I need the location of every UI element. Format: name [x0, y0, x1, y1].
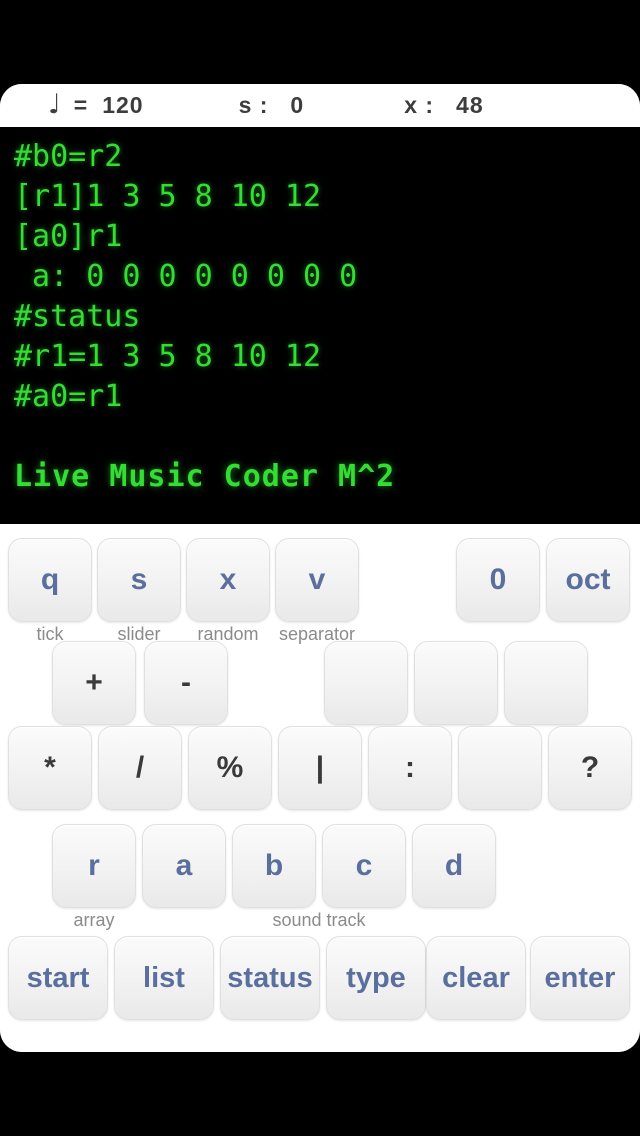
key-slash[interactable]: /	[98, 726, 182, 810]
key-list[interactable]: list	[114, 936, 214, 1020]
key-blank-4[interactable]	[458, 726, 542, 810]
terminal-line: #b0=r2	[14, 139, 123, 174]
key-blank-3[interactable]	[504, 641, 588, 725]
key-b[interactable]: b	[232, 824, 316, 908]
terminal-line: #r1=1 3 5 8 10 12	[14, 339, 322, 374]
x-display[interactable]: x : 48	[404, 92, 483, 119]
key-v[interactable]: v	[275, 538, 359, 622]
key-s[interactable]: s	[97, 538, 181, 622]
key-pipe[interactable]: |	[278, 726, 362, 810]
key-start[interactable]: start	[8, 936, 108, 1020]
slider-label: s :	[238, 92, 269, 118]
device-frame: ♩ = 120 s : 0 x : 48 #b0=r2 [r1]1 3 5 8 …	[0, 0, 640, 1136]
terminal-line: a: 0 0 0 0 0 0 0 0	[14, 259, 358, 294]
key-percent[interactable]: %	[188, 726, 272, 810]
key-status[interactable]: status	[220, 936, 320, 1020]
app-title: Live Music Coder M^2	[14, 459, 396, 494]
key-minus[interactable]: -	[144, 641, 228, 725]
keyboard-row-4: r array a b sound track c d	[0, 824, 640, 930]
x-value: 48	[456, 92, 484, 118]
x-label: x :	[404, 92, 435, 118]
keyboard-row-3: * / % | : ?	[0, 726, 640, 816]
key-d[interactable]: d	[412, 824, 496, 908]
key-enter[interactable]: enter	[530, 936, 630, 1020]
keyboard-row-1: q tick s slider x random v separator 0 o…	[0, 538, 640, 644]
key-colon[interactable]: :	[368, 726, 452, 810]
key-blank-2[interactable]	[414, 641, 498, 725]
keyboard-row-5: start list status type clear enter	[0, 936, 640, 1026]
terminal-line: #a0=r1	[14, 379, 123, 414]
key-r[interactable]: r	[52, 824, 136, 908]
slider-display[interactable]: s : 0	[239, 92, 305, 119]
slider-value: 0	[290, 92, 305, 118]
terminal-output[interactable]: #b0=r2 [r1]1 3 5 8 10 12 [a0]r1 a: 0 0 0…	[0, 127, 640, 524]
status-bar: ♩ = 120 s : 0 x : 48	[0, 84, 640, 127]
key-0[interactable]: 0	[456, 538, 540, 622]
key-a[interactable]: a	[142, 824, 226, 908]
key-blank-1[interactable]	[324, 641, 408, 725]
key-type[interactable]: type	[326, 936, 426, 1020]
app-panel: ♩ = 120 s : 0 x : 48 #b0=r2 [r1]1 3 5 8 …	[0, 84, 640, 1052]
tempo-value: 120	[102, 92, 144, 118]
key-oct[interactable]: oct	[546, 538, 630, 622]
terminal-line: [a0]r1	[14, 219, 123, 254]
key-clear[interactable]: clear	[426, 936, 526, 1020]
key-c[interactable]: c	[322, 824, 406, 908]
quarter-note-icon: ♩	[48, 89, 62, 120]
keyboard: q tick s slider x random v separator 0 o…	[0, 524, 640, 1052]
key-asterisk[interactable]: *	[8, 726, 92, 810]
tempo-display[interactable]: ♩ = 120	[48, 89, 144, 120]
key-question[interactable]: ?	[548, 726, 632, 810]
terminal-line: #status	[14, 299, 141, 334]
key-x[interactable]: x	[186, 538, 270, 622]
key-plus[interactable]: +	[52, 641, 136, 725]
tempo-equals-label: =	[73, 92, 89, 118]
terminal-line: [r1]1 3 5 8 10 12	[14, 179, 322, 214]
keyboard-row-2: + -	[0, 641, 640, 731]
key-q[interactable]: q	[8, 538, 92, 622]
key-sublabel-sound-track: sound track	[272, 910, 366, 930]
key-sublabel-array: array	[73, 910, 115, 930]
